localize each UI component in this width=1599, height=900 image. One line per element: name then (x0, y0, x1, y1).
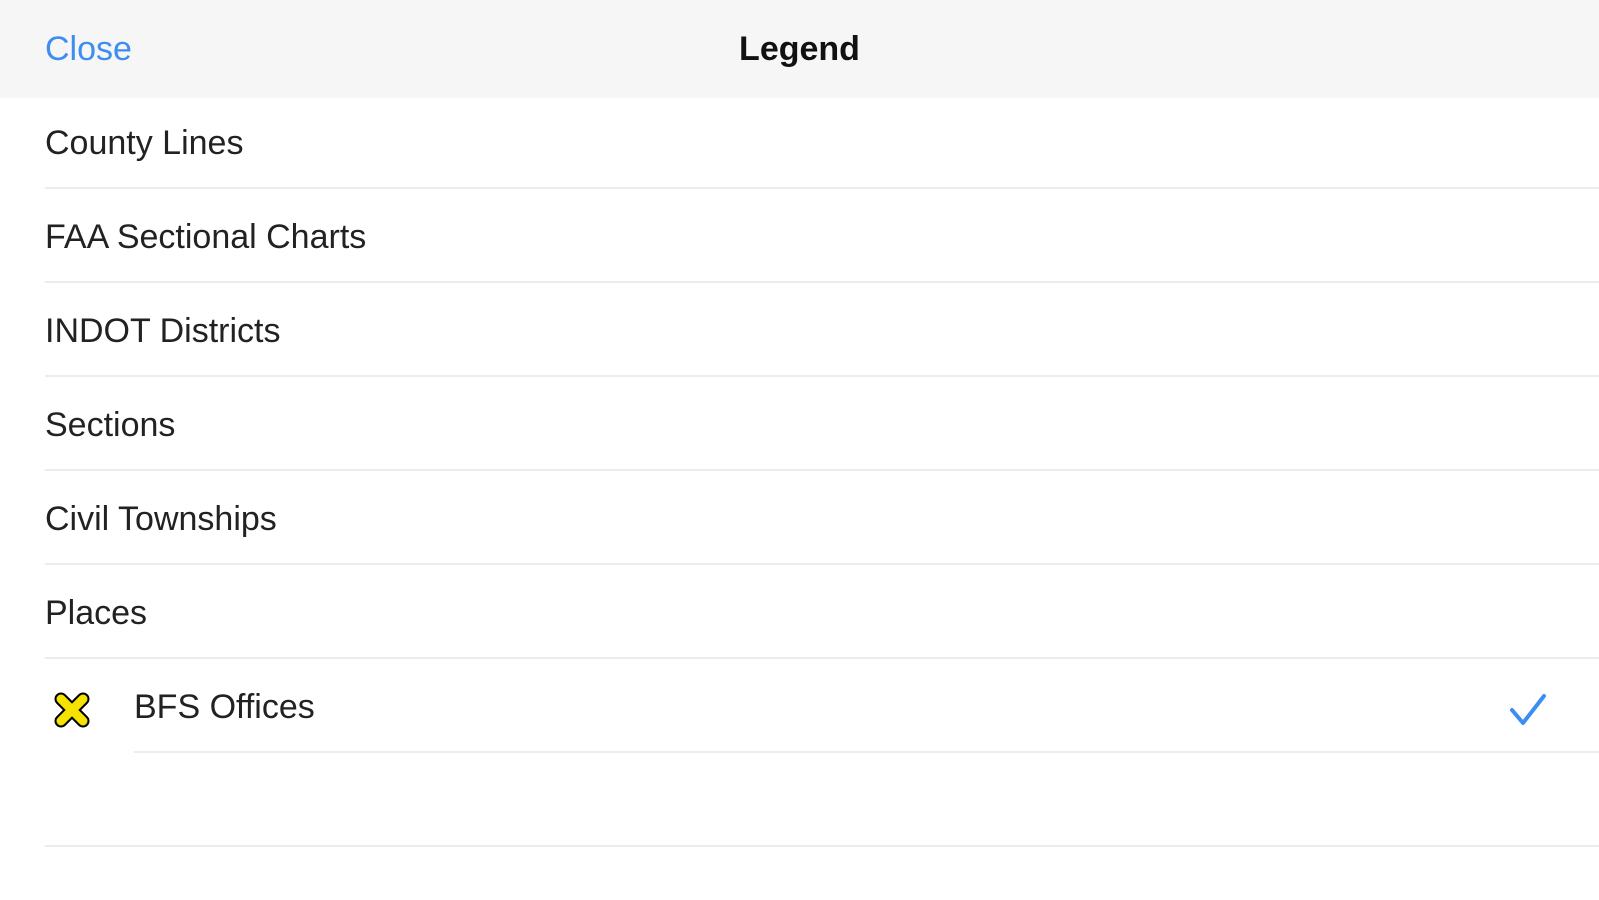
layer-label: County Lines (45, 124, 244, 162)
checkmark-icon (1508, 690, 1548, 730)
layer-row-civil-townships[interactable]: Civil Townships (0, 474, 1599, 568)
layer-row-indot-districts[interactable]: INDOT Districts (0, 286, 1599, 380)
layer-row-county-lines[interactable]: County Lines (0, 98, 1599, 192)
layer-row-bfs-offices[interactable]: BFS Offices (0, 662, 1599, 756)
layer-label: INDOT Districts (45, 312, 281, 350)
layer-label: Sections (45, 406, 176, 444)
layer-row-sections[interactable]: Sections (0, 380, 1599, 474)
legend-list: County Lines FAA Sectional Charts INDOT … (0, 98, 1599, 850)
nav-bar: Close Legend (0, 0, 1599, 98)
layer-row-faa-sectional-charts[interactable]: FAA Sectional Charts (0, 192, 1599, 286)
row-divider (45, 563, 1599, 565)
row-divider (45, 845, 1599, 847)
row-divider (134, 751, 1599, 753)
layer-label: Civil Townships (45, 500, 277, 538)
layer-label: BFS Offices (134, 688, 315, 726)
row-divider (45, 281, 1599, 283)
row-divider (45, 375, 1599, 377)
empty-row (0, 756, 1599, 850)
layer-row-places[interactable]: Places (0, 568, 1599, 662)
layer-label: Places (45, 594, 148, 632)
legend-screen: Close Legend County Lines FAA Sectional … (0, 0, 1599, 900)
layer-label: FAA Sectional Charts (45, 218, 367, 256)
row-divider (45, 187, 1599, 189)
row-divider (45, 657, 1599, 659)
page-title: Legend (739, 30, 860, 68)
row-divider (45, 469, 1599, 471)
yellow-x-marker-icon (52, 690, 92, 730)
